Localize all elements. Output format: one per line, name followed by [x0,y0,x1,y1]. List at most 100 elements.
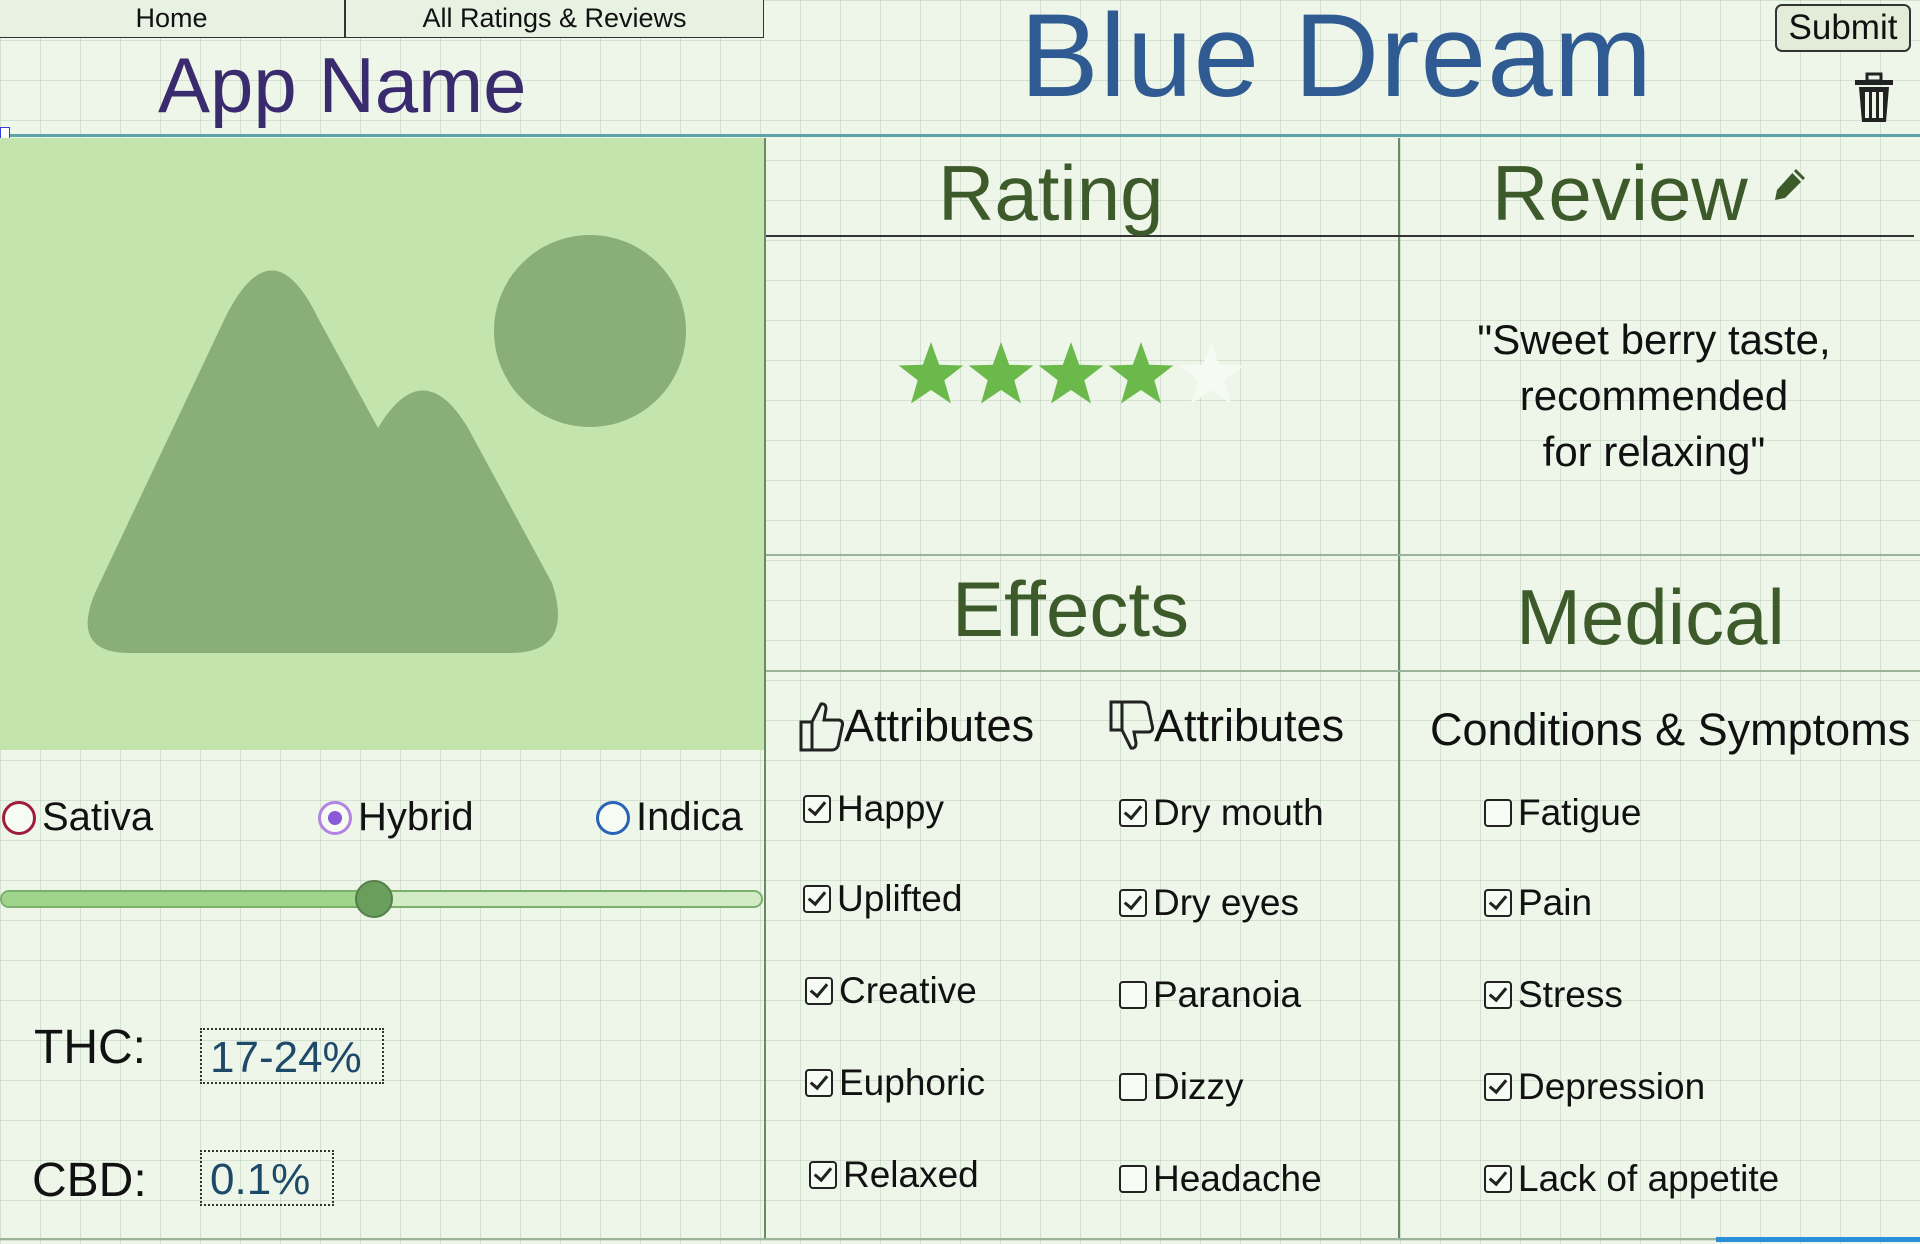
radio-selected-dot [328,810,342,825]
thc-value[interactable]: 17-24% [200,1028,384,1084]
strain-slider-fill [2,892,376,906]
effect-euphoric[interactable]: Euphoric [805,1062,985,1104]
submit-button[interactable]: Submit [1775,4,1911,52]
thumbs-down-icon [1109,700,1154,750]
effect-dizzy[interactable]: Dizzy [1119,1066,1243,1108]
effect-uplifted-label: Uplifted [837,878,963,919]
radio-indica-label: Indica [636,795,743,839]
star-icon[interactable] [966,340,1036,410]
radio-hybrid-circle [318,800,352,835]
checkbox-headache[interactable] [1119,1165,1147,1193]
checkbox-euphoric[interactable] [805,1069,833,1097]
checkbox-happy[interactable] [803,795,831,823]
radio-indica-circle [596,800,630,835]
effect-dry-mouth-label: Dry mouth [1153,792,1324,833]
checkbox-dizzy[interactable] [1119,1073,1147,1101]
radio-sativa-circle [2,800,36,835]
effect-dry-eyes[interactable]: Dry eyes [1119,882,1299,924]
star-icon[interactable] [1106,340,1176,410]
submit-button-label: Submit [1788,8,1898,47]
effect-dry-mouth[interactable]: Dry mouth [1119,792,1324,834]
thumbs-up-icon [799,702,844,752]
radio-indica[interactable]: Indica [596,795,743,840]
effect-uplifted[interactable]: Uplifted [803,878,962,920]
effect-dry-eyes-label: Dry eyes [1153,882,1299,923]
review-line: "Sweet berry taste, [1477,316,1831,363]
condition-lack-of-appetite-label: Lack of appetite [1518,1158,1780,1199]
effect-creative[interactable]: Creative [805,970,977,1012]
nav-tab-all-reviews[interactable]: All Ratings & Reviews [345,0,764,38]
negative-attributes-header: Attributes [1108,700,1344,752]
condition-pain[interactable]: Pain [1484,882,1592,924]
review-line: for relaxing" [1542,428,1766,475]
review-title: Review [1492,149,1748,237]
condition-depression-label: Depression [1518,1066,1706,1107]
effect-happy[interactable]: Happy [803,788,944,830]
effect-dizzy-label: Dizzy [1153,1066,1244,1107]
checkbox-dry-eyes[interactable] [1119,889,1147,917]
strain-image[interactable] [0,138,765,750]
effect-happy-label: Happy [837,788,944,829]
radio-hybrid[interactable]: Hybrid [318,795,474,840]
condition-lack-of-appetite[interactable]: Lack of appetite [1484,1158,1779,1200]
strain-title: Blue Dream [1020,0,1654,122]
checkbox-fatigue[interactable] [1484,799,1512,827]
condition-fatigue-label: Fatigue [1518,792,1642,833]
effect-paranoia-label: Paranoia [1153,974,1302,1015]
star-icon[interactable] [1036,340,1106,410]
strain-slider-thumb[interactable] [354,880,393,918]
thc-label: THC: [34,1021,146,1074]
review-line: recommended [1519,372,1789,419]
star-icon[interactable] [1176,340,1246,410]
cbd-label: CBD: [32,1154,147,1207]
pencil-icon[interactable] [1772,166,1808,202]
effect-euphoric-label: Euphoric [839,1062,986,1103]
checkbox-stress[interactable] [1484,981,1512,1009]
review-text[interactable]: "Sweet berry taste, recommended for rela… [1402,312,1906,480]
conditions-header: Conditions & Symptoms [1430,704,1911,755]
medical-title: Medical [1516,573,1785,661]
row-divider [766,554,1920,556]
column-divider [764,138,766,1238]
condition-fatigue[interactable]: Fatigue [1484,792,1641,834]
app-name: App Name [158,41,527,129]
effect-headache[interactable]: Headache [1119,1158,1322,1200]
header-divider [0,134,1920,137]
trash-icon[interactable] [1852,72,1896,124]
effect-relaxed[interactable]: Relaxed [809,1154,979,1196]
scrollbar[interactable] [1716,1237,1920,1242]
condition-depression[interactable]: Depression [1484,1066,1705,1108]
checkbox-lack-of-appetite[interactable] [1484,1165,1512,1193]
condition-stress-label: Stress [1518,974,1623,1015]
nav-tab-home[interactable]: Home [0,0,345,38]
checkbox-depression[interactable] [1484,1073,1512,1101]
effect-paranoia[interactable]: Paranoia [1119,974,1301,1016]
star-rating[interactable] [896,340,1246,410]
checkbox-paranoia[interactable] [1119,981,1147,1009]
image-placeholder-icon [87,235,686,653]
effect-relaxed-label: Relaxed [843,1154,979,1195]
checkbox-pain[interactable] [1484,889,1512,917]
checkbox-uplifted[interactable] [803,885,831,913]
nav-tab-home-label: Home [135,3,208,33]
star-icon[interactable] [896,340,966,410]
effect-headache-label: Headache [1153,1158,1322,1199]
checkbox-dry-mouth[interactable] [1119,799,1147,827]
radio-sativa[interactable]: Sativa [2,795,153,840]
column-divider [1398,138,1400,1238]
negative-attributes-label: Attributes [1154,700,1345,751]
positive-attributes-label: Attributes [844,700,1035,751]
radio-sativa-label: Sativa [42,795,154,839]
bottom-divider [0,1238,1920,1240]
nav-tab-all-reviews-label: All Ratings & Reviews [422,3,687,33]
effects-title: Effects [952,565,1190,653]
checkbox-relaxed[interactable] [809,1161,837,1189]
effects-header-divider [766,670,1920,672]
condition-stress[interactable]: Stress [1484,974,1623,1016]
positive-attributes-header: Attributes [798,700,1034,752]
radio-hybrid-label: Hybrid [358,795,474,839]
cbd-value[interactable]: 0.1% [200,1150,334,1206]
checkbox-creative[interactable] [805,977,833,1005]
condition-pain-label: Pain [1518,882,1593,923]
effect-creative-label: Creative [839,970,977,1011]
